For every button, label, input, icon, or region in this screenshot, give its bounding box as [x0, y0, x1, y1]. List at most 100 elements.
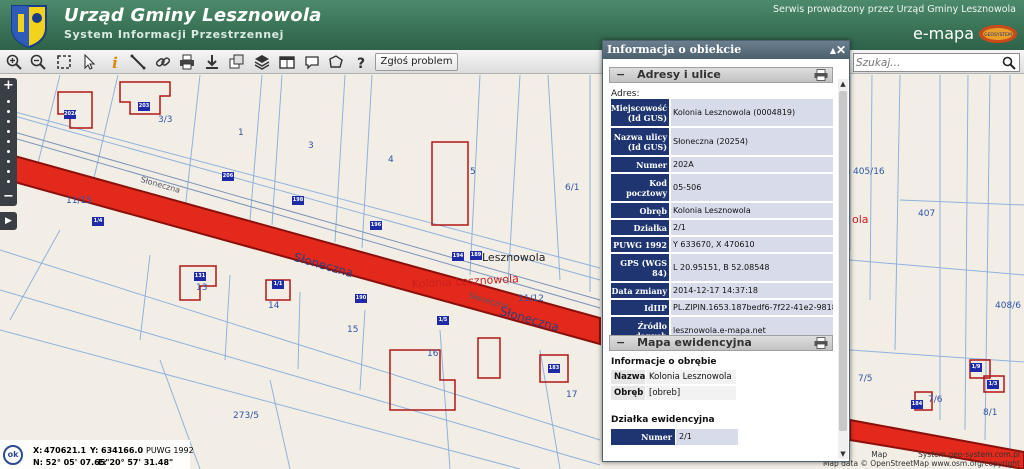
address-row-key: Działka: [611, 220, 669, 235]
building-number: 194: [452, 252, 464, 261]
search-input[interactable]: [856, 55, 996, 70]
section-addresses-header[interactable]: − Adresy i ulice: [609, 67, 833, 83]
zoom-plus-button[interactable]: +: [0, 79, 17, 93]
geosystem-logo[interactable]: GEOSYSTEM: [978, 24, 1018, 44]
y-label: Y:: [90, 446, 99, 455]
y-value: 634166.0: [101, 446, 144, 455]
print-icon[interactable]: [177, 52, 197, 72]
address-row: Miejscowość (Id GUS) Kolonia Lesznowola …: [611, 99, 833, 127]
zoom-level-dot[interactable]: [7, 100, 10, 103]
building-number: 198: [292, 196, 304, 205]
coordinate-system: PUWG 1992: [146, 446, 194, 455]
layers-copy-icon[interactable]: [227, 52, 247, 72]
zoom-level-dot[interactable]: [7, 160, 10, 163]
zoom-level-dot[interactable]: [7, 120, 10, 123]
address-row: Nazwa ulicy (Id GUS) Słoneczna (20254): [611, 128, 833, 156]
zoom-level-dot[interactable]: [7, 150, 10, 153]
address-row-value: 2014-12-17 14:37:18: [671, 283, 833, 298]
info-icon[interactable]: i: [105, 52, 125, 72]
layers-icon[interactable]: [252, 52, 272, 72]
measure-ruler-icon[interactable]: [128, 52, 148, 72]
x-value: 470621.1: [44, 446, 87, 455]
plot-label: 14: [268, 301, 280, 311]
plot-label: 5: [470, 167, 476, 177]
address-row-value: Słoneczna (20254): [671, 128, 833, 155]
address-row: GPS (WGS 84) L 20.95151, B 52.08548: [611, 254, 833, 282]
attribution-system[interactable]: System geo-system.com.pl: [918, 450, 1020, 459]
svg-text:i: i: [112, 54, 118, 70]
print-icon[interactable]: [814, 337, 828, 349]
close-icon[interactable]: ✕: [836, 41, 846, 59]
select-arrow-icon[interactable]: [79, 52, 99, 72]
building-number: 1/3: [987, 380, 999, 389]
section-collapse-icon[interactable]: −: [616, 68, 625, 81]
town-label: Lesznowola: [482, 251, 546, 264]
plot-label: 6/1: [565, 183, 580, 193]
plot-label: 3/3: [158, 115, 173, 125]
section-collapse-icon[interactable]: −: [616, 336, 625, 349]
main-toolbar: i ? Zgłoś problem: [0, 50, 1024, 74]
zoom-minus-button[interactable]: −: [0, 190, 17, 204]
building-number: 196: [370, 221, 382, 230]
building-number: 190: [355, 294, 367, 303]
area-icon[interactable]: [326, 52, 346, 72]
plot-label: 3: [308, 141, 314, 151]
plot-label: 8/1: [983, 408, 998, 418]
address-row-key: Nazwa ulicy (Id GUS): [611, 128, 669, 155]
plot-label: 11/15: [66, 196, 92, 206]
zoom-out-icon[interactable]: [28, 52, 48, 72]
section-title: Adresy i ulice: [637, 68, 721, 81]
ok-button[interactable]: ok: [3, 445, 23, 465]
info-panel-header[interactable]: Informacja o obiekcie ▲ ✕: [603, 41, 849, 59]
building-number: 1/5: [437, 316, 449, 325]
zoom-extent-icon[interactable]: [54, 52, 74, 72]
zoom-slider[interactable]: + −: [0, 78, 17, 206]
section-cadastral-header[interactable]: − Mapa ewidencyjna: [609, 335, 833, 351]
building-number: 1/4: [92, 217, 104, 226]
report-problem-button[interactable]: Zgłoś problem: [375, 53, 458, 71]
address-row-value: Y 633670, X 470610: [671, 237, 833, 252]
address-row-key: IdIIP: [611, 300, 669, 315]
download-icon[interactable]: [202, 52, 222, 72]
obreb-name-key: Nazwa: [611, 370, 645, 384]
obreb-key: Obręb: [611, 386, 645, 400]
zoom-level-dot[interactable]: [7, 110, 10, 113]
address-row-key: Miejscowość (Id GUS): [611, 99, 669, 126]
info-scrollbar[interactable]: ▲ ▼: [838, 79, 848, 459]
obreb-name-value: Kolonia Lesznowola: [646, 370, 736, 384]
app-subtitle: System Informacji Przestrzennej: [64, 28, 285, 41]
app-header: Urząd Gminy Lesznowola System Informacji…: [0, 0, 1024, 50]
address-row-value: 202A: [671, 157, 833, 172]
plot-label: 1: [238, 128, 244, 138]
address-row-value: Kolonia Lesznowola (0004819): [671, 99, 833, 126]
object-info-panel: Informacja o obiekcie ▲ ✕ − Adresy i uli…: [602, 40, 850, 462]
plot-label: 407: [918, 209, 936, 219]
zoom-level-dot[interactable]: [7, 130, 10, 133]
address-row-key: PUWG 1992: [611, 237, 669, 252]
obreb-info-title: Informacje o obrębie: [611, 357, 717, 367]
zoom-level-dot[interactable]: [7, 180, 10, 183]
expand-panel-button[interactable]: ▶: [0, 212, 17, 230]
zoom-level-dot[interactable]: [7, 140, 10, 143]
address-row-value: 2/1: [671, 220, 833, 235]
scroll-thumb[interactable]: [839, 91, 847, 431]
zoom-level-dot[interactable]: [7, 170, 10, 173]
comment-icon[interactable]: [302, 52, 322, 72]
map-canvas[interactable]: 3/3 1 3 4 5 6/1 11/15 405/16 407 13 14 1…: [0, 75, 1024, 469]
scroll-up-arrow[interactable]: ▲: [838, 79, 848, 89]
zoom-in-icon[interactable]: [4, 52, 24, 72]
link-icon[interactable]: [153, 52, 173, 72]
window-icon[interactable]: [277, 52, 297, 72]
plot-label: 4: [388, 155, 394, 165]
scroll-down-arrow[interactable]: ▼: [838, 449, 848, 459]
attribution-osm[interactable]: Map data © OpenStreetMap www.osm.org/cop…: [823, 459, 1020, 468]
print-icon[interactable]: [814, 69, 828, 81]
address-row: Działka 2/1: [611, 220, 833, 236]
coat-of-arms-logo[interactable]: [6, 2, 52, 48]
help-icon[interactable]: ?: [351, 52, 371, 72]
parcel-number-key: Numer: [611, 429, 675, 445]
search-icon[interactable]: [1002, 56, 1016, 70]
x-label: X:: [33, 446, 43, 455]
info-panel-body[interactable]: − Adresy i ulice Adres: Miejscowość (Id …: [603, 59, 849, 461]
address-row: IdIIP PL.ZIPIN.1653.187bedf6-7f22-41e2-9…: [611, 300, 833, 316]
